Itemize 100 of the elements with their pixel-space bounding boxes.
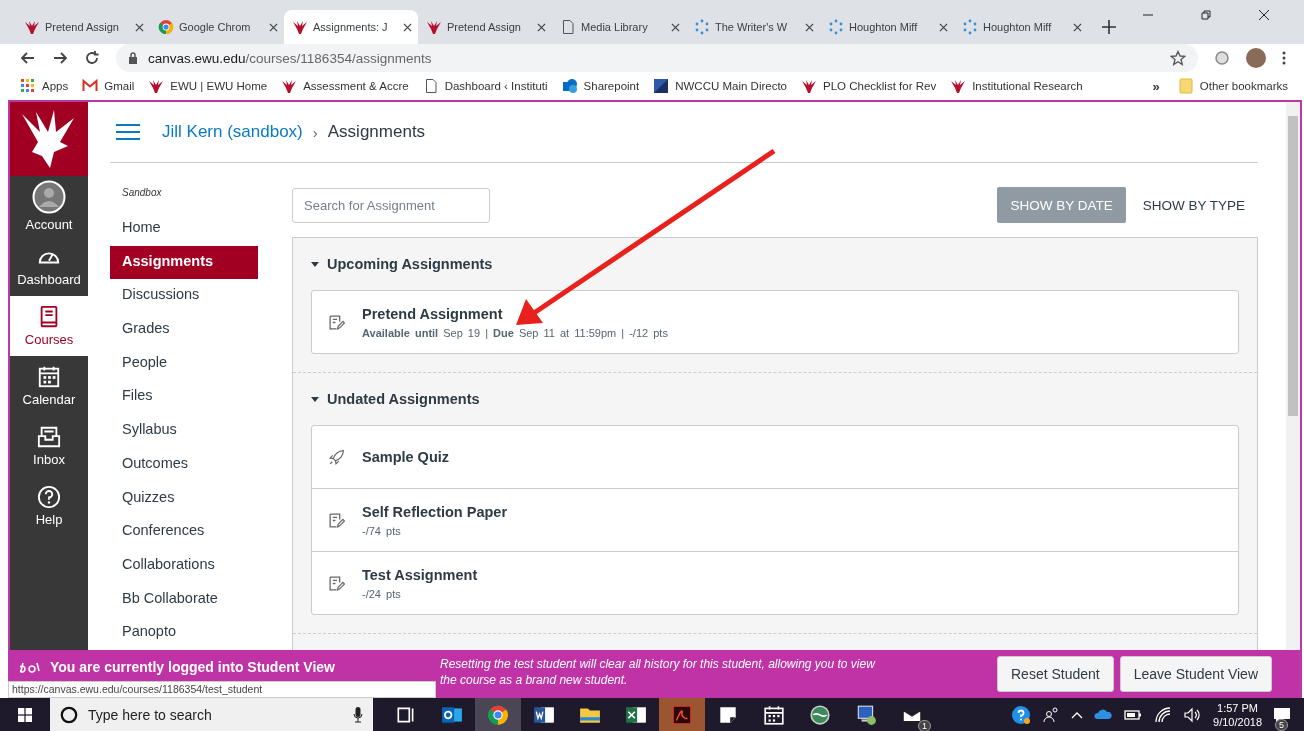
- back-arrow-icon[interactable]: [20, 50, 36, 66]
- profile-avatar[interactable]: [1246, 48, 1266, 68]
- menu-icon[interactable]: [116, 123, 140, 141]
- course-nav-link[interactable]: Discussions: [110, 279, 258, 314]
- group-title[interactable]: Undated Assignments: [327, 391, 480, 407]
- assignment-row[interactable]: Sample Quiz: [312, 426, 1238, 488]
- course-nav-link[interactable]: Assignments: [110, 245, 258, 280]
- browser-tab[interactable]: Media Library: [552, 10, 686, 44]
- browser-tab[interactable]: Google Chrom: [150, 10, 284, 44]
- bird-icon: [801, 78, 817, 94]
- bookmark[interactable]: Dashboard ‹ Instituti: [422, 78, 548, 94]
- course-link[interactable]: Jill Kern (sandbox): [162, 122, 303, 142]
- bird-icon: [950, 78, 967, 94]
- more-icon[interactable]: [1282, 50, 1286, 66]
- bookmark[interactable]: EWU | EWU Home: [148, 78, 268, 94]
- close-icon[interactable]: [537, 22, 546, 32]
- course-nav-link[interactable]: People: [110, 346, 258, 381]
- calendar-icon: [37, 365, 61, 389]
- caret-icon[interactable]: [311, 395, 319, 403]
- assignment-row[interactable]: Test Assignment -/24 pts: [312, 551, 1238, 614]
- bird-icon: [281, 78, 298, 94]
- close-icon[interactable]: [671, 22, 680, 32]
- star-icon[interactable]: [1170, 50, 1186, 66]
- course-nav-link[interactable]: Grades: [110, 313, 258, 347]
- extension-icon[interactable]: [1214, 50, 1230, 66]
- global-nav-item[interactable]: Dashboard: [10, 236, 88, 296]
- close-icon[interactable]: [269, 22, 278, 32]
- reload-icon[interactable]: [84, 50, 100, 66]
- close-icon[interactable]: [135, 22, 144, 32]
- assignment-title[interactable]: Test Assignment: [362, 566, 478, 583]
- bookmark-folder[interactable]: Other bookmarks: [1177, 78, 1288, 94]
- new-tab-icon[interactable]: [1102, 20, 1116, 34]
- url-text: canvas.ewu.edu/courses/1186354/assignments: [148, 50, 433, 66]
- course-nav-link[interactable]: Conferences: [110, 515, 258, 549]
- bookmark[interactable]: PLO Checklist for Rev: [801, 78, 937, 94]
- page-icon: [560, 19, 576, 35]
- browser-tab[interactable]: Pretend Assign: [16, 10, 150, 44]
- assignment-title[interactable]: Sample Quiz: [362, 449, 450, 465]
- global-nav-item[interactable]: Account: [10, 176, 88, 236]
- bird-icon: [426, 19, 442, 35]
- course-nav-link[interactable]: Files: [110, 380, 258, 415]
- lock-icon: [128, 52, 138, 64]
- assignment-row[interactable]: Self Reflection Paper -/74 pts: [312, 488, 1238, 551]
- mail-icon: [82, 78, 99, 94]
- student-view-button[interactable]: Reset Student: [997, 656, 1114, 692]
- assignment-title[interactable]: Self Reflection Paper: [362, 503, 508, 520]
- clock[interactable]: 1:57 PM 9/10/2018: [1213, 700, 1262, 729]
- bookmark[interactable]: Assessment & Accre: [281, 78, 409, 94]
- bookmark[interactable]: Gmail: [82, 78, 135, 94]
- taskbar-search-field[interactable]: Type here to search: [50, 698, 373, 731]
- address-bar[interactable]: canvas.ewu.edu/courses/1186354/assignments: [116, 44, 1198, 72]
- bookmark[interactable]: Apps: [20, 78, 69, 94]
- bookmark[interactable]: Sharepoint: [561, 78, 640, 94]
- forward-arrow-icon[interactable]: [52, 50, 68, 66]
- browser-tab[interactable]: The Writer's W: [686, 10, 820, 44]
- close-icon[interactable]: [939, 22, 948, 32]
- rocket-icon: [328, 448, 345, 466]
- scrollbar[interactable]: [1286, 102, 1300, 650]
- status-url-tooltip: https://canvas.ewu.edu/courses/1186354/test_student: [8, 681, 436, 698]
- global-nav-item[interactable]: Inbox: [10, 416, 88, 476]
- global-nav-item[interactable]: Courses: [10, 296, 88, 356]
- course-nav-link[interactable]: Quizzes: [110, 481, 258, 516]
- bookmark[interactable]: NWCCU Main Directo: [653, 78, 787, 94]
- course-nav-link[interactable]: Home: [110, 212, 258, 246]
- browser-tab[interactable]: Houghton Miff: [954, 10, 1088, 44]
- browser-tab[interactable]: Assignments: J: [284, 10, 418, 44]
- search-field[interactable]: Search for Assignment: [292, 187, 490, 223]
- bookmark[interactable]: Institutional Research: [950, 78, 1083, 94]
- close-icon[interactable]: [1073, 22, 1082, 32]
- course-nav-link[interactable]: Syllabus: [110, 414, 258, 448]
- course-nav-link[interactable]: Outcomes: [110, 447, 258, 482]
- group-title[interactable]: Upcoming Assignments: [327, 256, 493, 272]
- square-logo-icon: [653, 78, 670, 94]
- student-view-message: You are currently logged into Student View: [50, 659, 335, 675]
- chevron-up-icon[interactable]: [1071, 710, 1084, 719]
- eagle-logo[interactable]: [10, 102, 88, 176]
- assignment-icon: [328, 511, 345, 529]
- course-nav-link[interactable]: Panopto: [110, 616, 258, 650]
- global-nav-item[interactable]: Calendar: [10, 356, 88, 416]
- course-nav-link[interactable]: Bb Collaborate: [110, 582, 258, 617]
- view-toggle-button[interactable]: SHOW BY TYPE: [1129, 187, 1258, 223]
- breadcrumb-separator: ›: [312, 123, 318, 141]
- close-icon[interactable]: [805, 22, 814, 32]
- browser-tab[interactable]: Houghton Miff: [820, 10, 954, 44]
- course-nav-link[interactable]: Collaborations: [110, 548, 258, 583]
- assignment-title[interactable]: Pretend Assignment: [362, 305, 668, 322]
- assignment-details: -/24 pts: [362, 587, 402, 600]
- close-icon[interactable]: [403, 22, 412, 32]
- browser-tab[interactable]: Pretend Assign: [418, 10, 552, 44]
- chrome-icon: [158, 19, 174, 35]
- student-view-button[interactable]: Leave Student View: [1119, 656, 1272, 692]
- unread-count-badge: 1: [918, 719, 931, 731]
- apps-grid-icon: [20, 78, 36, 94]
- global-nav-item[interactable]: Help: [10, 476, 88, 536]
- assignment-row[interactable]: Pretend Assignment Available until Sep 19 | Due Sep 11 at 11:59pm | -/12 pts: [312, 291, 1238, 353]
- caret-icon[interactable]: [311, 260, 319, 268]
- help-icon[interactable]: [1011, 704, 1032, 725]
- more-bookmarks-button[interactable]: »: [1152, 78, 1160, 94]
- bird-icon: [292, 19, 308, 35]
- microphone-icon[interactable]: [353, 706, 363, 723]
